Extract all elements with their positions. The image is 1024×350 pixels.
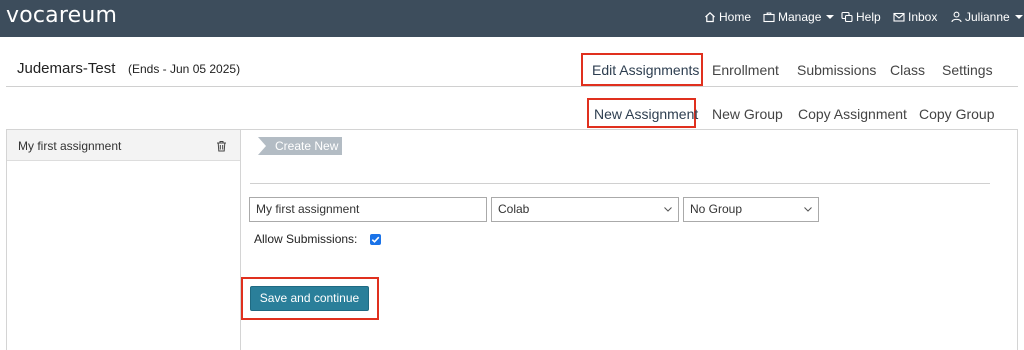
tab-settings[interactable]: Settings [942,62,993,78]
chevron-down-icon [804,207,812,212]
tab-enrollment[interactable]: Enrollment [712,62,779,78]
assignment-name-value: My first assignment [256,202,360,216]
help-icon [841,11,853,23]
assignment-list-panel [6,129,241,350]
tab-submissions[interactable]: Submissions [797,62,876,78]
allow-submissions-checkbox[interactable] [370,234,381,245]
briefcase-icon [763,12,775,23]
subtab-copy-group[interactable]: Copy Group [919,106,994,122]
nav-manage[interactable]: Manage [763,10,835,24]
nav-home-label: Home [719,10,752,24]
course-end-date: (Ends - Jun 05 2025) [128,62,241,76]
nav-user-menu[interactable]: Julianne [951,10,1023,24]
assignment-type-select[interactable]: Colab [491,197,679,222]
chevron-down-icon [826,15,835,19]
course-title: Judemars-Test [17,60,116,77]
logo-text: vocareum [6,3,118,28]
group-value: No Group [690,202,743,216]
assignment-name-input[interactable]: My first assignment [249,197,487,222]
user-icon [951,11,962,23]
assignment-name[interactable]: My first assignment [18,139,121,153]
subtab-new-group[interactable]: New Group [712,106,783,122]
subtab-copy-assignment[interactable]: Copy Assignment [798,106,907,122]
allow-submissions-label: Allow Submissions: [254,232,358,246]
create-new-tag: Create New [258,137,342,155]
chevron-down-icon [1014,15,1023,19]
save-and-continue-button[interactable]: Save and continue [250,286,369,311]
checkmark-icon [371,236,380,243]
header-divider [6,86,1018,87]
tab-edit-assignments[interactable]: Edit Assignments [592,62,699,78]
nav-inbox[interactable]: Inbox [893,10,937,24]
assignment-type-value: Colab [498,202,530,216]
nav-inbox-label: Inbox [908,10,938,24]
chevron-down-icon [664,207,672,212]
group-select[interactable]: No Group [683,197,819,222]
tab-class[interactable]: Class [890,62,925,78]
vocareum-logo[interactable]: vocareum [6,3,118,31]
nav-home[interactable]: Home [704,10,751,24]
envelope-icon [893,12,905,22]
home-icon [705,11,715,23]
nav-help-label: Help [856,10,881,24]
nav-user-label: Julianne [965,10,1010,24]
form-divider [250,183,990,184]
nav-manage-label: Manage [778,10,822,24]
trash-icon[interactable] [216,139,227,157]
create-new-label: Create New [275,139,339,153]
subtab-new-assignment[interactable]: New Assignment [594,106,698,122]
nav-help[interactable]: Help [841,10,881,24]
